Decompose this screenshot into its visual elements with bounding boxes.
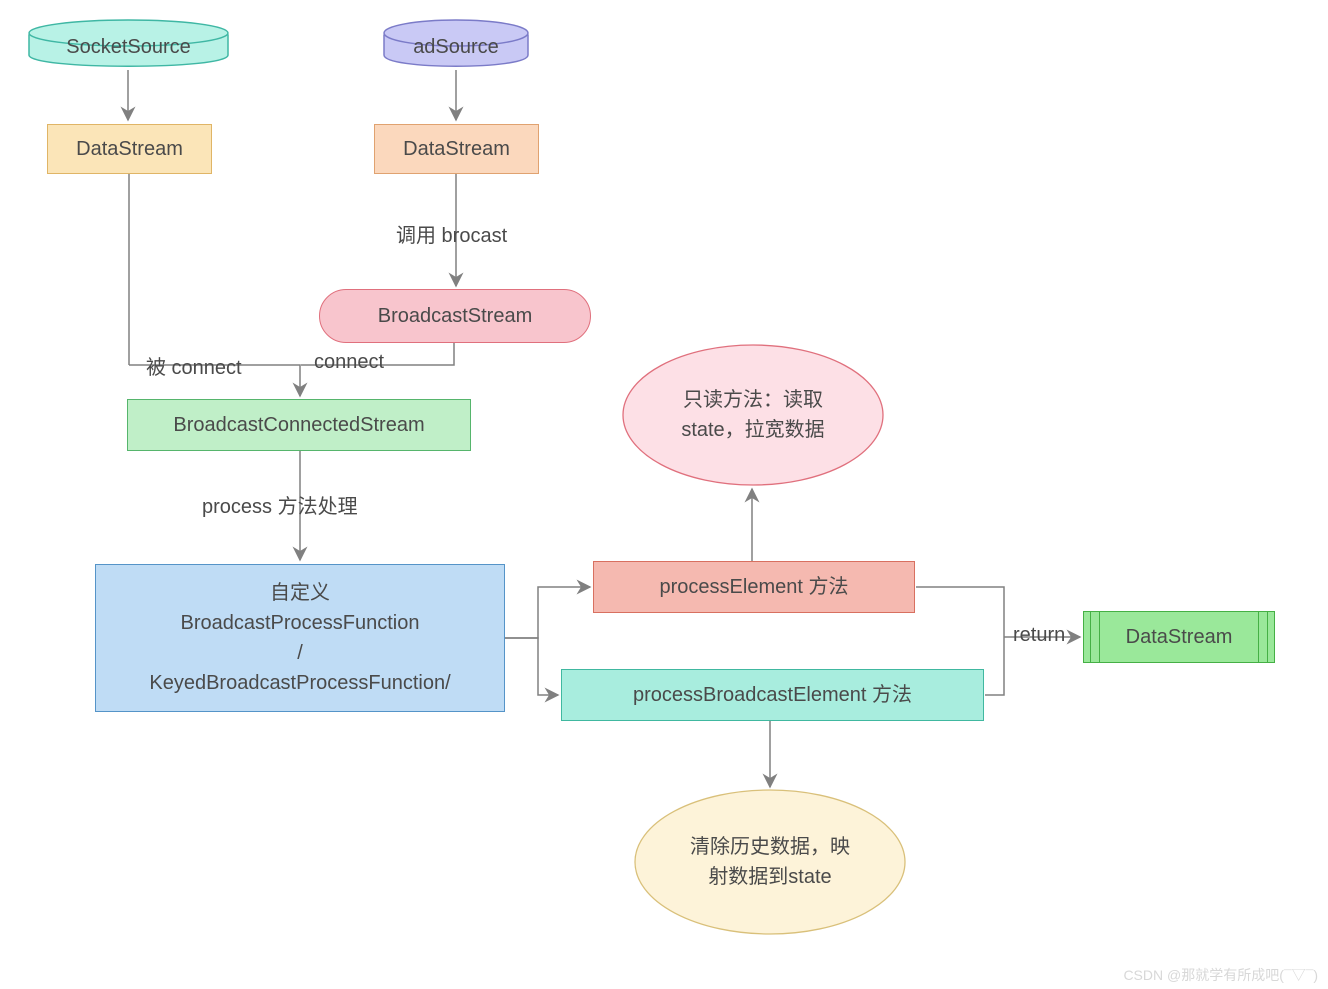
broadcast-stream: BroadcastStream xyxy=(319,289,591,343)
socket-source-label: SocketSource xyxy=(29,30,228,64)
custom-function-block: 自定义 BroadcastProcessFunction / KeyedBroa… xyxy=(95,564,505,712)
process-broadcast-element: processBroadcastElement 方法 xyxy=(561,669,984,721)
process-element: processElement 方法 xyxy=(593,561,915,613)
custom-func-line3: / xyxy=(297,638,303,668)
readonly-note-text: 只读方法：读取 state，拉宽数据 xyxy=(623,378,883,452)
datastream-final-label: DataStream xyxy=(1126,622,1233,652)
custom-func-line4: KeyedBroadcastProcessFunction/ xyxy=(149,668,450,698)
custom-func-line1: 自定义 xyxy=(270,578,330,608)
return-label: return xyxy=(1013,624,1065,647)
readonly-line1: 只读方法：读取 xyxy=(683,385,823,415)
clear-line1: 清除历史数据，映 xyxy=(690,832,850,862)
process-method-label: process 方法处理 xyxy=(202,490,358,519)
be-connect-label: 被 connect xyxy=(146,351,242,380)
custom-func-line2: BroadcastProcessFunction xyxy=(180,608,419,638)
broadcast-connected-stream: BroadcastConnectedStream xyxy=(127,399,471,451)
watermark: CSDN @那就学有所成吧(¯▽¯​) xyxy=(1123,965,1318,985)
datastream-final: DataStream xyxy=(1083,611,1275,663)
readonly-line2: state，拉宽数据 xyxy=(681,415,824,445)
ad-source-label: adSource xyxy=(384,30,528,64)
clear-note-text: 清除历史数据，映 射数据到state xyxy=(635,825,905,899)
datastream-right: DataStream xyxy=(374,124,539,174)
clear-line2: 射数据到state xyxy=(708,862,831,892)
call-brocast-label: 调用 brocast xyxy=(396,219,507,248)
datastream-left: DataStream xyxy=(47,124,212,174)
connect-label: connect xyxy=(314,351,384,374)
